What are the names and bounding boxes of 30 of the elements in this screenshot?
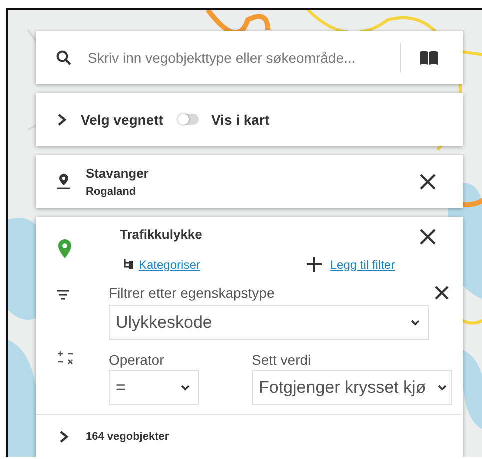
result-count[interactable]: 164 vegobjekter — [86, 431, 170, 443]
location-pin-icon — [56, 173, 72, 190]
area-region: Rogaland — [86, 186, 138, 198]
caret-icon — [438, 384, 447, 390]
toggle-label: Vis i kart — [211, 112, 270, 128]
value-label: Sett verdi — [252, 352, 312, 368]
toggle-switch[interactable] — [178, 114, 200, 125]
close-button[interactable] — [418, 172, 438, 192]
hierarchy-icon — [124, 259, 134, 270]
section-title[interactable]: Velg vegnett — [81, 112, 164, 128]
operator-select[interactable]: = — [109, 370, 199, 405]
value-select[interactable]: Fotgjenger krysset kjø — [252, 370, 452, 405]
caret-icon — [411, 320, 420, 326]
caret-icon — [181, 384, 190, 390]
layer-title: Trafikkulykke — [120, 227, 204, 244]
chevron-icon[interactable] — [58, 430, 70, 444]
property-select[interactable]: Ulykkeskode — [109, 305, 429, 340]
location-pin-icon — [58, 239, 72, 259]
close-button[interactable] — [418, 227, 438, 247]
book-icon[interactable] — [419, 50, 439, 66]
filter-icon — [56, 289, 70, 301]
plus-icon[interactable] — [306, 256, 324, 273]
search-icon[interactable] — [56, 50, 72, 66]
filter-label: Filtrer etter egenskapstype — [109, 285, 275, 301]
operator-label: Operator — [109, 352, 166, 368]
categorize-link[interactable]: Kategoriser — [139, 258, 200, 272]
chevron-icon[interactable] — [56, 112, 68, 126]
add-filter-link[interactable]: Legg til filter — [330, 258, 396, 272]
area-name: Stavanger — [86, 166, 150, 180]
calculator-icon — [57, 350, 75, 366]
